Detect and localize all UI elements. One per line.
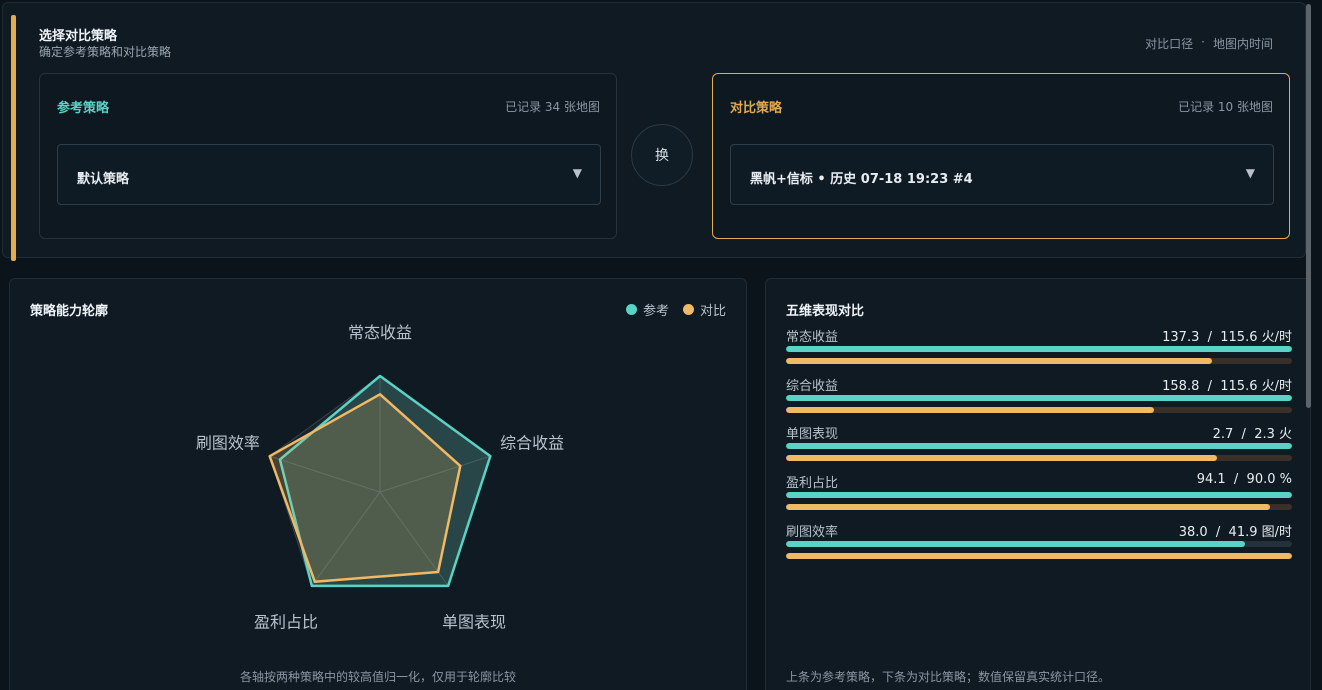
compare-bar-fill: [786, 407, 1155, 413]
accent-bar: [11, 15, 16, 261]
compare-selected-value: 黑帆+信标 • 历史 07-18 19:23 #4: [750, 172, 973, 187]
compare-bar-track: [786, 504, 1292, 510]
reference-count: 已记录 34 张地图: [505, 100, 600, 114]
compare-bar-fill: [786, 455, 1218, 461]
reference-bar-fill: [786, 541, 1245, 547]
reference-bar-fill: [786, 492, 1292, 498]
compare-bar-fill: [786, 504, 1270, 510]
section-subtitle: 确定参考策略和对比策略: [39, 45, 172, 59]
bars-title: 五维表现对比: [786, 304, 865, 319]
reference-bar-track: [786, 346, 1292, 352]
metric-name: 常态收益: [786, 330, 839, 345]
comparison-meta: 对比口径 · 地图内时间: [1145, 35, 1273, 52]
radar-footnote: 各轴按两种策略中的较高值归一化，仅用于轮廓比较: [239, 670, 516, 684]
bars-footnote: 上条为参考策略，下条为对比策略；数值保留真实统计口径。: [786, 670, 1111, 684]
swap-button[interactable]: 换: [631, 124, 693, 186]
metric-values: 2.7 / 2.3 火: [1212, 427, 1292, 442]
metric-values: 137.3 / 115.6 火/时: [1162, 330, 1292, 345]
compare-bar-track: [786, 358, 1292, 364]
reference-selected-value: 默认策略: [77, 172, 130, 187]
radar-axis-label: 常态收益: [348, 323, 412, 342]
metric-name: 盈利占比: [786, 476, 839, 491]
reference-bar-track: [786, 492, 1292, 498]
compare-bar-track: [786, 407, 1292, 413]
metric-name: 单图表现: [786, 427, 839, 442]
compare-strategy-select[interactable]: 黑帆+信标 • 历史 07-18 19:23 #4 ▼: [730, 144, 1274, 205]
reference-strategy-card: 参考策略 已记录 34 张地图 默认策略 ▼: [39, 73, 617, 239]
compare-bar-track: [786, 553, 1292, 559]
reference-bar-track: [786, 395, 1292, 401]
reference-label: 参考策略: [57, 101, 110, 116]
reference-bar-fill: [786, 443, 1292, 449]
compare-strategy-card: 对比策略 已记录 10 张地图 黑帆+信标 • 历史 07-18 19:23 #…: [712, 73, 1290, 239]
section-title: 选择对比策略: [39, 29, 118, 44]
reference-bar-track: [786, 541, 1292, 547]
compare-bar-fill: [786, 358, 1213, 364]
radar-axis-label: 单图表现: [442, 612, 506, 631]
metric-values: 94.1 / 90.0 %: [1196, 472, 1292, 487]
metric-name: 综合收益: [786, 379, 839, 394]
chevron-down-icon: ▼: [572, 166, 582, 180]
bars-panel: 五维表现对比 常态收益 137.3 / 115.6 火/时综合收益 158.8 / …: [765, 278, 1311, 690]
meta-separator: ·: [1201, 35, 1205, 49]
radar-panel: 策略能力轮廓 参考 对比 常态收益 综合收益 单图表现 盈利占比 刷图效率 各轴按两种策…: [9, 278, 747, 690]
reference-strategy-select[interactable]: 默认策略 ▼: [57, 144, 601, 205]
compare-count: 已记录 10 张地图: [1178, 100, 1273, 114]
meta-time: 地图内时间: [1212, 37, 1273, 51]
reference-bar-fill: [786, 346, 1292, 352]
radar-axis-label: 盈利占比: [254, 612, 318, 631]
metric-values: 158.8 / 115.6 火/时: [1162, 379, 1292, 394]
metric-values: 38.0 / 41.9 图/时: [1178, 525, 1292, 540]
radar-chart: 常态收益综合收益单图表现 盈利占比 刷图效率: [196, 323, 564, 631]
radar-axis-label: 综合收益: [500, 434, 564, 453]
meta-basis: 对比口径: [1145, 37, 1194, 51]
metric-name: 刷图效率: [786, 525, 839, 540]
compare-label: 对比策略: [730, 101, 783, 116]
compare-bar-fill: [786, 553, 1292, 559]
compare-bar-track: [786, 455, 1292, 461]
reference-bar-track: [786, 443, 1292, 449]
radar-axis-label: 刷图效率: [196, 434, 260, 453]
page-scrollbar[interactable]: [1306, 4, 1311, 408]
reference-bar-fill: [786, 395, 1292, 401]
chevron-down-icon: ▼: [1245, 166, 1255, 180]
